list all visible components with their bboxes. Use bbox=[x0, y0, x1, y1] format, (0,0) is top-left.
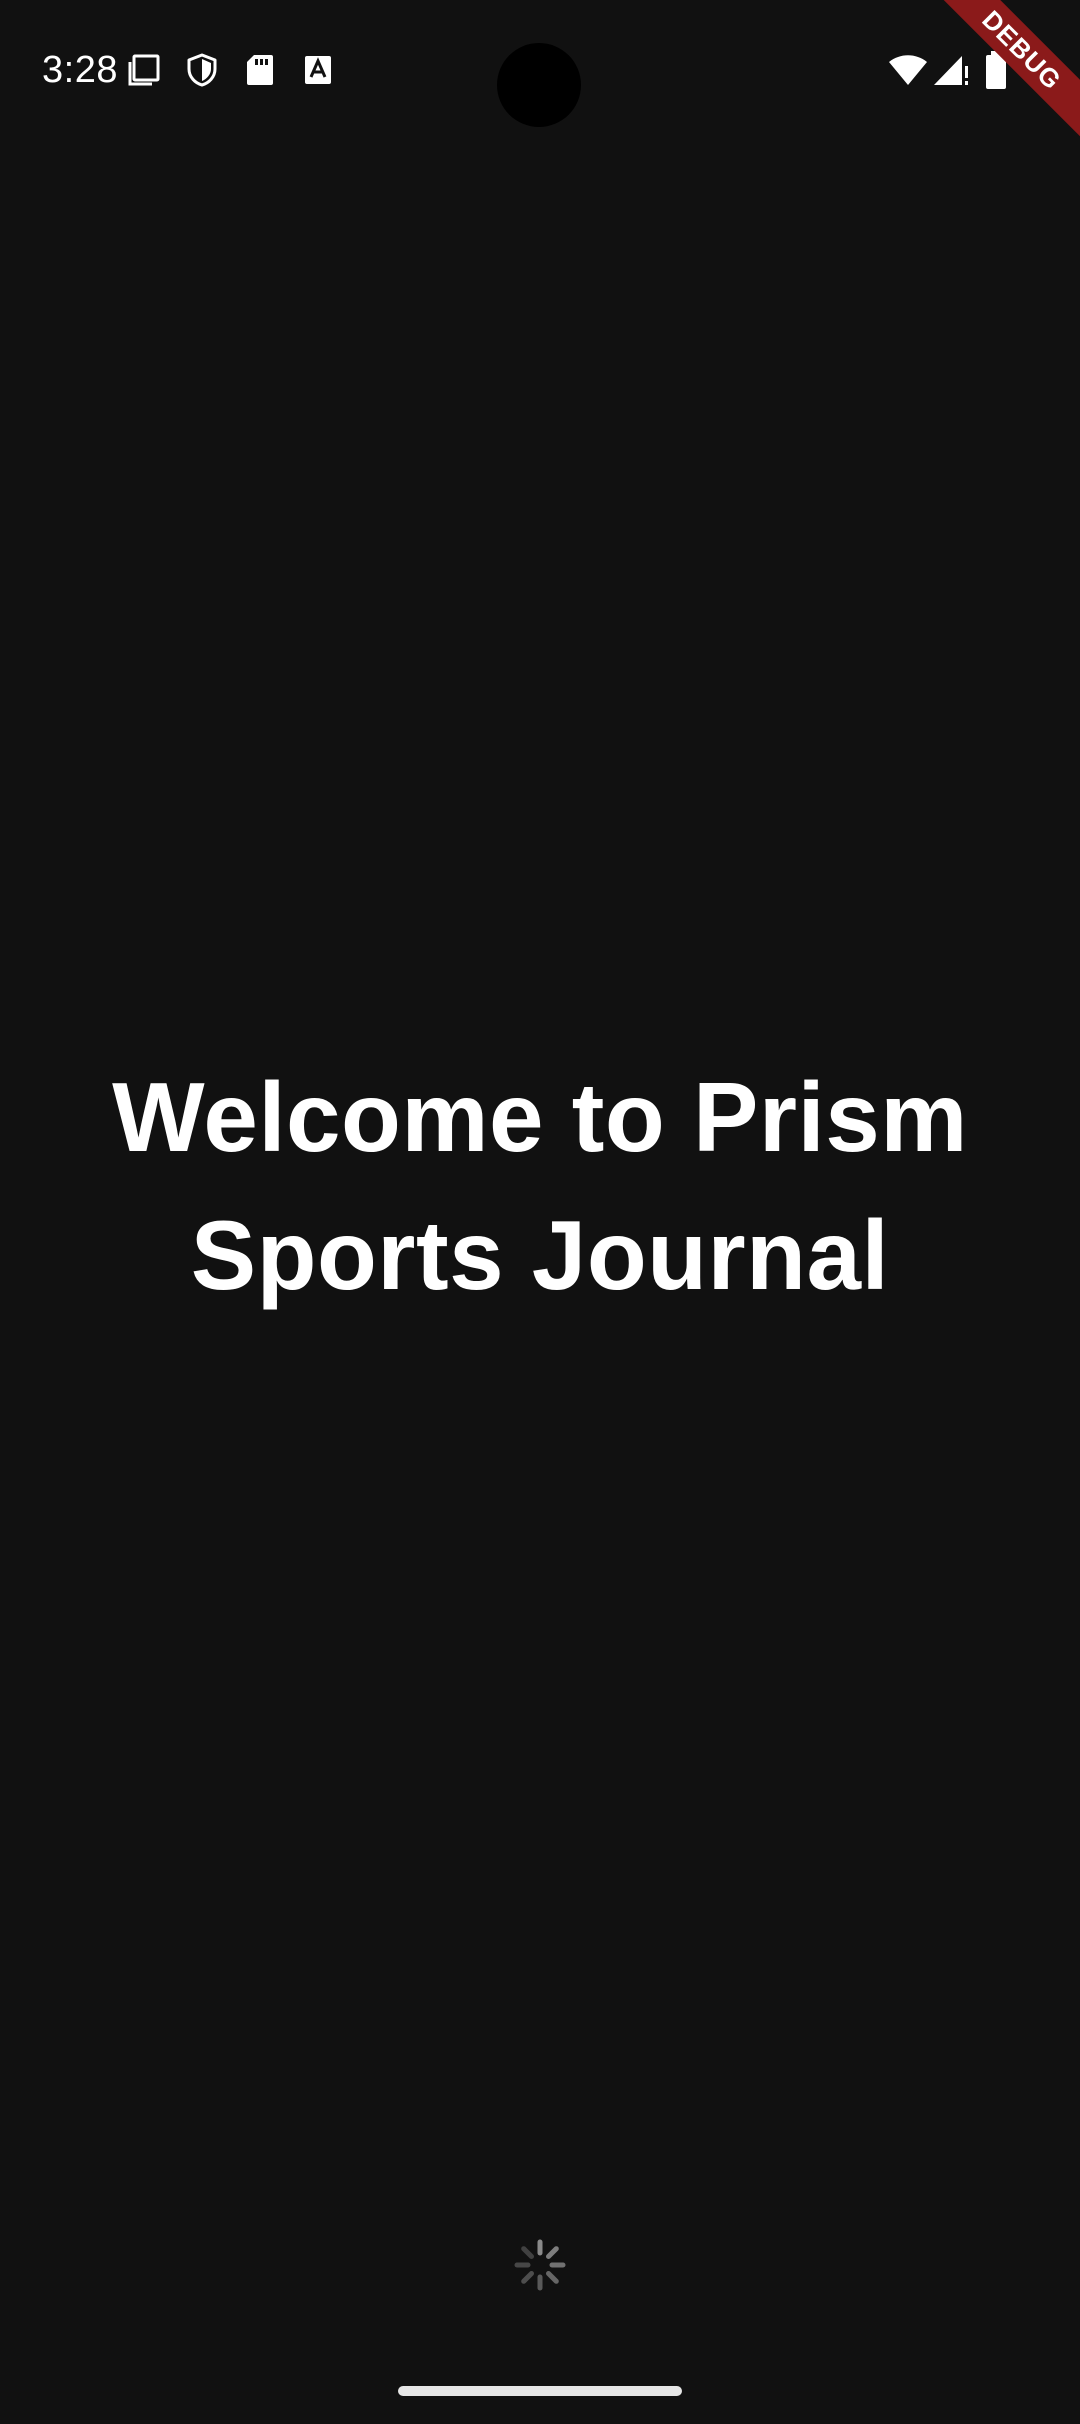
splash-screen: 3:28 DEBUG Welcome to Prism Sports Journ… bbox=[0, 0, 1080, 2424]
welcome-title: Welcome to Prism Sports Journal bbox=[0, 1048, 1080, 1324]
font-a-icon bbox=[305, 56, 331, 84]
welcome-title-line-2: Sports Journal bbox=[190, 1200, 890, 1310]
debug-banner-label: DEBUG bbox=[930, 0, 1080, 150]
status-bar: 3:28 bbox=[0, 0, 1080, 140]
sd-card-icon bbox=[247, 55, 273, 85]
home-indicator[interactable] bbox=[398, 2386, 682, 2396]
wifi-icon bbox=[889, 55, 927, 85]
debug-banner: DEBUG bbox=[930, 0, 1080, 150]
camera-cutout bbox=[497, 43, 581, 127]
status-time: 3:28 bbox=[42, 49, 118, 91]
loading-spinner-icon bbox=[514, 2239, 566, 2291]
welcome-title-line-1: Welcome to Prism bbox=[112, 1062, 968, 1172]
screenshot-icon bbox=[128, 54, 160, 86]
shield-icon bbox=[187, 53, 217, 87]
